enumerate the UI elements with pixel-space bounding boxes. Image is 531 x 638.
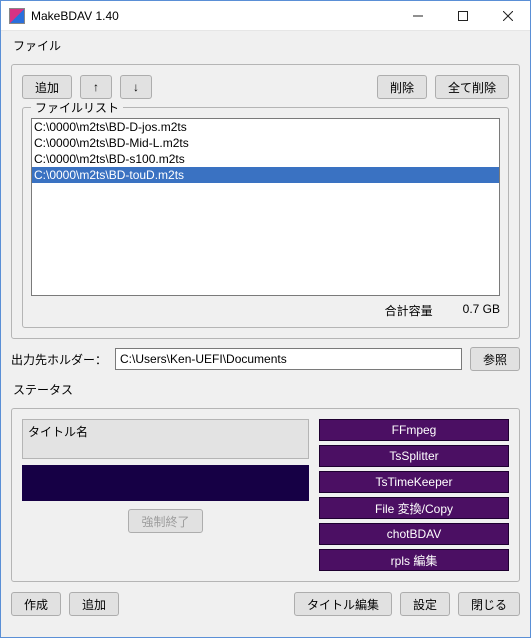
stage-item: File 変換/Copy: [319, 497, 509, 519]
status-left: タイトル名 強制終了: [22, 419, 309, 571]
file-item[interactable]: C:\0000\m2ts\BD-s100.m2ts: [32, 151, 499, 167]
file-item[interactable]: C:\0000\m2ts\BD-Mid-L.m2ts: [32, 135, 499, 151]
delete-all-button[interactable]: 全て削除: [435, 75, 509, 99]
stage-item: TsTimeKeeper: [319, 471, 509, 493]
add-button[interactable]: 追加: [69, 592, 119, 616]
maximize-button[interactable]: [440, 1, 485, 30]
client-area: ファイル 追加 ↑ ↓ 削除 全て削除 ファイルリスト C:\0000\m2ts…: [1, 31, 530, 637]
file-button-row: 追加 ↑ ↓ 削除 全て削除: [22, 75, 509, 99]
status-label: ステータス: [11, 379, 520, 400]
output-folder-row: 出力先ホルダー： 参照: [11, 347, 520, 371]
close-button[interactable]: [485, 1, 530, 30]
file-item[interactable]: C:\0000\m2ts\BD-touD.m2ts: [32, 167, 499, 183]
add-file-button[interactable]: 追加: [22, 75, 72, 99]
file-panel: 追加 ↑ ↓ 削除 全て削除 ファイルリスト C:\0000\m2ts\BD-D…: [11, 64, 520, 339]
create-button[interactable]: 作成: [11, 592, 61, 616]
browse-button[interactable]: 参照: [470, 347, 520, 371]
status-stages: FFmpeg TsSplitter TsTimeKeeper File 変換/Copy…: [319, 419, 509, 571]
file-list[interactable]: C:\0000\m2ts\BD-D-jos.m2tsC:\0000\m2ts\B…: [31, 118, 500, 296]
progress-box: [22, 465, 309, 501]
file-item[interactable]: C:\0000\m2ts\BD-D-jos.m2ts: [32, 119, 499, 135]
stage-item: rpls 編集: [319, 549, 509, 571]
maximize-icon: [458, 11, 468, 21]
title-edit-button[interactable]: タイトル編集: [294, 592, 392, 616]
titlebar[interactable]: MakeBDAV 1.40: [1, 1, 530, 31]
minimize-icon: [413, 11, 423, 21]
total-size-label: 合計容量: [385, 302, 433, 319]
close-app-button[interactable]: 閉じる: [458, 592, 520, 616]
title-name-box: タイトル名: [22, 419, 309, 459]
output-folder-label: 出力先ホルダー：: [11, 351, 107, 368]
app-window: MakeBDAV 1.40 ファイル 追加 ↑ ↓ 削除 全て削除: [0, 0, 531, 638]
delete-button[interactable]: 削除: [377, 75, 427, 99]
file-list-label: ファイルリスト: [31, 99, 123, 116]
close-icon: [503, 11, 513, 21]
app-icon: [9, 8, 25, 24]
bottom-button-row: 作成 追加 タイトル編集 設定 閉じる: [11, 590, 520, 616]
move-up-button[interactable]: ↑: [80, 75, 112, 99]
window-title: MakeBDAV 1.40: [31, 9, 119, 23]
force-stop-button[interactable]: 強制終了: [128, 509, 202, 533]
total-size-row: 合計容量 0.7 GB: [31, 296, 500, 319]
stage-item: TsSplitter: [319, 445, 509, 467]
stage-item: FFmpeg: [319, 419, 509, 441]
settings-button[interactable]: 設定: [400, 592, 450, 616]
stage-item: chotBDAV: [319, 523, 509, 545]
move-down-button[interactable]: ↓: [120, 75, 152, 99]
file-section-label: ファイル: [11, 35, 520, 56]
output-folder-input[interactable]: [115, 348, 462, 370]
minimize-button[interactable]: [395, 1, 440, 30]
status-panel: タイトル名 強制終了 FFmpegTsSplitterTsTimeKeeperF…: [11, 408, 520, 582]
file-list-group: ファイルリスト C:\0000\m2ts\BD-D-jos.m2tsC:\000…: [22, 107, 509, 328]
title-name-label: タイトル名: [28, 423, 88, 440]
total-size-value: 0.7 GB: [463, 302, 500, 319]
